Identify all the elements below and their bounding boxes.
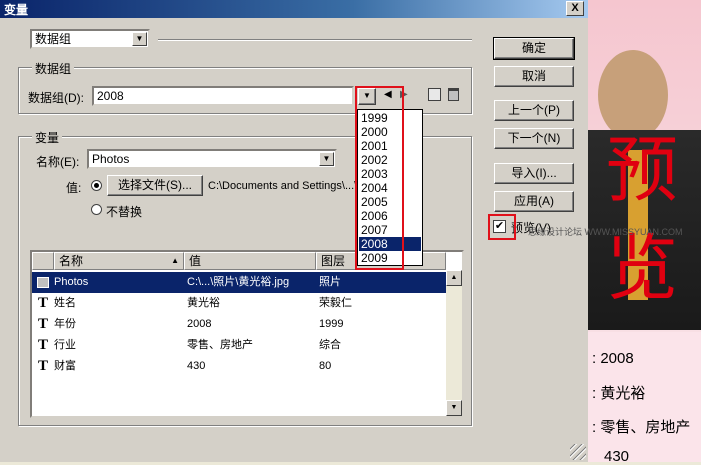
- row-layer: 荣毅仁: [319, 297, 352, 309]
- row-layer: 1999: [319, 318, 344, 330]
- row-value: 零售、房地产: [187, 339, 253, 351]
- dataset-field-value: 2008: [97, 89, 124, 103]
- watermark-text: 思缘设计论坛 WWW.MISSYUAN.COM: [528, 227, 683, 237]
- chevron-down-icon[interactable]: ▼: [132, 32, 147, 46]
- next-button[interactable]: 下一个(N): [494, 128, 574, 149]
- row-name: 行业: [54, 339, 76, 351]
- import-button[interactable]: 导入(I)...: [494, 163, 574, 184]
- text-layer-icon: T: [38, 295, 49, 311]
- text-layer-icon: T: [38, 358, 49, 374]
- row-layer: 照片: [319, 276, 341, 288]
- column-header-icon[interactable]: [32, 252, 54, 270]
- dataset-field[interactable]: 2008: [92, 86, 354, 106]
- column-header-layer-label: 图层: [321, 254, 346, 268]
- background-info-area: : 2008 : 黄光裕 : 零售、房地产 430: [588, 332, 701, 465]
- info-industry: : 零售、房地产: [592, 419, 691, 436]
- value-label: 值:: [66, 181, 82, 195]
- background-photo: 预 览: [588, 0, 701, 332]
- row-layer: 80: [319, 360, 332, 372]
- preview-big-char-2: 览: [606, 226, 679, 310]
- ok-button[interactable]: 确定: [493, 37, 575, 60]
- table-row[interactable]: T 姓名 黄光裕 荣毅仁: [32, 293, 446, 314]
- variable-name-value: Photos: [92, 152, 130, 166]
- cancel-button[interactable]: 取消: [494, 66, 574, 87]
- row-value: 2008: [187, 318, 212, 330]
- row-name: Photos: [54, 276, 89, 288]
- scroll-down-icon[interactable]: ▼: [446, 400, 462, 416]
- row-name: 年份: [54, 318, 76, 330]
- row-name: 财富: [54, 360, 76, 372]
- no-replace-label: 不替换: [106, 205, 143, 219]
- import-dataset-icon[interactable]: [428, 88, 441, 101]
- column-header-name-label: 名称: [59, 254, 84, 268]
- table-scrollbar[interactable]: ▲ ▼: [446, 270, 462, 416]
- variables-table[interactable]: 名称 ▲ 值 图层 Photos C:\...\照片\黄光裕.jpg 照片 T …: [30, 250, 464, 418]
- mode-select[interactable]: 数据组 ▼: [30, 29, 150, 49]
- preview-big-char-1: 预: [606, 128, 679, 212]
- scroll-up-icon[interactable]: ▲: [446, 270, 462, 286]
- name-label: 名称(E):: [36, 155, 80, 169]
- variable-name-select[interactable]: Photos ▼: [87, 149, 337, 169]
- no-replace-radio[interactable]: [91, 204, 102, 215]
- table-row[interactable]: T 年份 2008 1999: [32, 314, 446, 335]
- text-layer-icon: T: [38, 316, 49, 332]
- table-row[interactable]: T 财富 430 80: [32, 356, 446, 377]
- dropdown-highlight-box: [355, 86, 404, 270]
- row-value: C:\...\照片\黄光裕.jpg: [187, 276, 290, 288]
- column-header-name[interactable]: 名称 ▲: [54, 252, 184, 270]
- text-layer-icon: T: [38, 337, 49, 353]
- image-icon: [37, 277, 49, 288]
- info-year: : 2008: [592, 350, 634, 367]
- close-button[interactable]: X: [566, 1, 584, 16]
- resize-grip-icon[interactable]: [570, 444, 586, 460]
- window-title: 变量: [4, 3, 29, 17]
- row-name: 姓名: [54, 297, 76, 309]
- title-bar[interactable]: 变量 X: [0, 0, 588, 18]
- variable-group-legend: 变量: [32, 129, 63, 146]
- info-wealth: 430: [604, 448, 630, 465]
- row-layer: 综合: [319, 339, 341, 351]
- trash-icon[interactable]: [448, 88, 459, 101]
- table-row[interactable]: Photos C:\...\照片\黄光裕.jpg 照片: [32, 272, 446, 293]
- dataset-label: 数据组(D):: [28, 91, 84, 105]
- info-name: : 黄光裕: [592, 385, 646, 402]
- column-header-value[interactable]: 值: [184, 252, 316, 270]
- choose-file-button[interactable]: 选择文件(S)...: [107, 175, 203, 196]
- separator-line: [158, 39, 472, 41]
- apply-button[interactable]: 应用(A): [494, 191, 574, 212]
- row-value: 黄光裕: [187, 297, 220, 309]
- choose-file-radio[interactable]: [91, 180, 102, 191]
- column-header-value-label: 值: [189, 254, 202, 268]
- table-row[interactable]: T 行业 零售、房地产 综合: [32, 335, 446, 356]
- preview-highlight-box: [488, 214, 516, 240]
- row-value: 430: [187, 360, 206, 372]
- chevron-down-icon[interactable]: ▼: [319, 152, 334, 166]
- person-silhouette: [598, 50, 668, 140]
- dataset-group-legend: 数据组: [32, 60, 75, 77]
- sort-ascending-icon: ▲: [171, 256, 179, 265]
- previous-button[interactable]: 上一个(P): [494, 100, 574, 121]
- mode-select-value: 数据组: [35, 32, 72, 46]
